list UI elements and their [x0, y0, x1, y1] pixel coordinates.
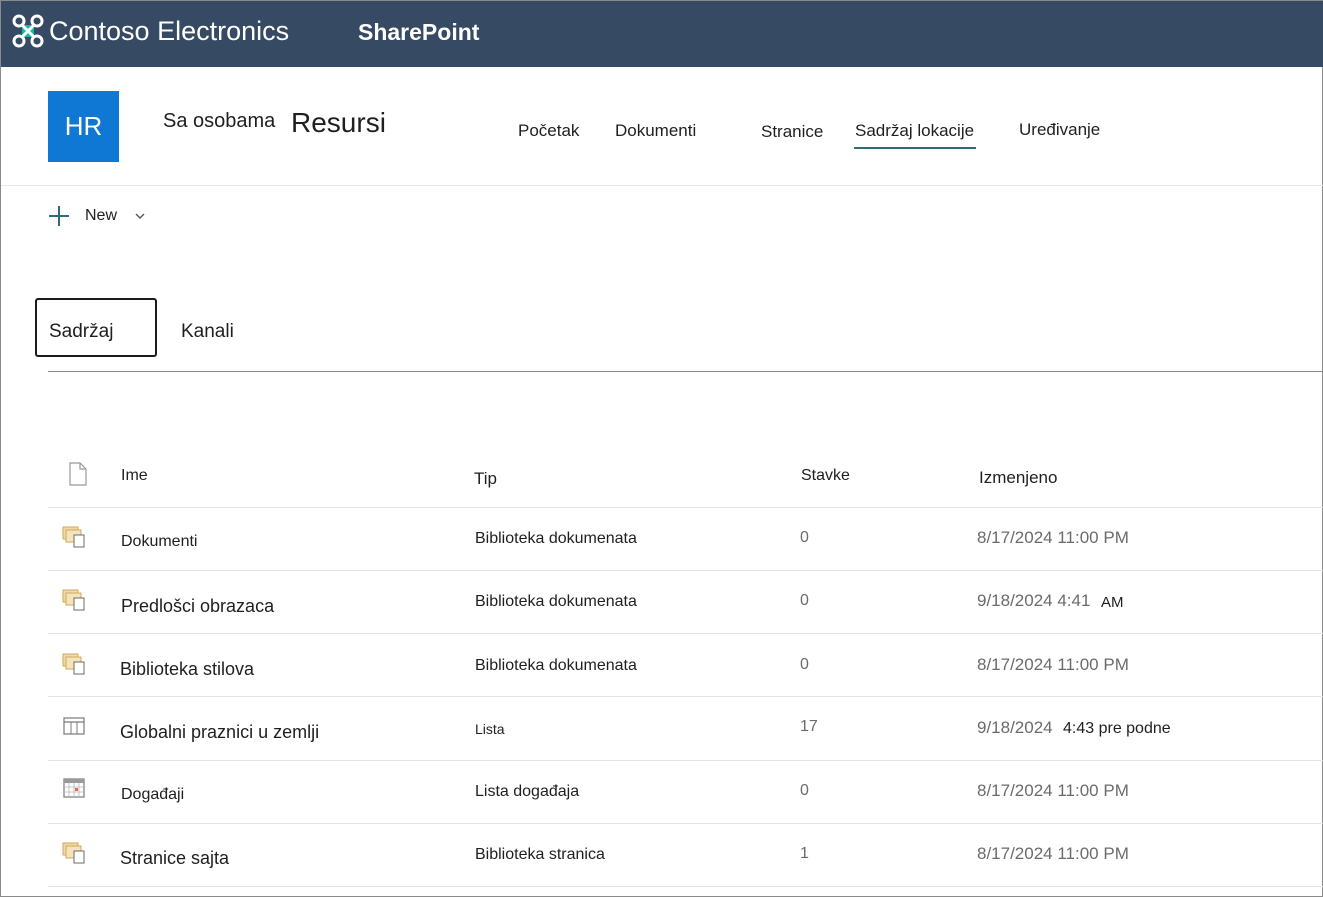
column-header-stavke[interactable]: Stavke [801, 467, 850, 485]
nav-link-pocetak[interactable]: Početak [518, 121, 579, 141]
row-type: Biblioteka stranica [475, 846, 605, 863]
row-modified: 8/17/2024 11:00 PM [977, 844, 1129, 863]
library-icon [62, 589, 85, 611]
row-divider [48, 823, 1323, 824]
new-button[interactable]: New [48, 205, 145, 227]
suite-bar: Contoso Electronics SharePoint [1, 1, 1323, 67]
row-divider [48, 760, 1323, 761]
row-divider [48, 886, 1323, 887]
calendar-icon [63, 778, 85, 798]
nav-link-uredjivanje[interactable]: Uređivanje [1019, 120, 1100, 140]
brand-name: Contoso Electronics [49, 15, 290, 46]
row-count: 0 [800, 782, 809, 799]
site-header: HR Sa osobama Resursi Početak Dokumenti … [1, 67, 1323, 186]
column-header-ime[interactable]: Ime [121, 467, 148, 485]
chevron-down-icon [135, 213, 145, 219]
row-divider [48, 633, 1323, 634]
row-name[interactable]: Dokumenti [121, 533, 197, 551]
library-icon [62, 842, 85, 864]
brand-link[interactable]: Contoso Electronics [11, 13, 289, 49]
row-count: 0 [800, 656, 809, 673]
site-pre-title: Sa osobama [163, 110, 276, 132]
row-type: Lista [475, 721, 505, 737]
site-title[interactable]: Resursi [291, 107, 386, 139]
row-count: 17 [800, 718, 818, 735]
tabs-divider [48, 371, 1323, 372]
row-name[interactable]: Stranice sajta [120, 848, 229, 869]
file-type-header-icon [69, 462, 87, 486]
library-icon [62, 526, 85, 548]
row-count: 0 [800, 529, 809, 546]
row-modified: 9/18/2024 4:41 [977, 591, 1091, 610]
nav-link-dokumenti[interactable]: Dokumenti [615, 121, 696, 141]
tab-kanali[interactable]: Kanali [181, 321, 234, 343]
row-count: 1 [800, 845, 809, 862]
row-name[interactable]: Događaji [121, 786, 184, 804]
new-label: New [85, 207, 118, 224]
row-name[interactable]: Globalni praznici u zemlji [120, 722, 319, 743]
site-logo[interactable]: HR [48, 91, 119, 162]
header-divider [48, 507, 1323, 508]
row-modified-suffix: 4:43 pre podne [1063, 720, 1171, 737]
plus-icon [48, 205, 70, 227]
nav-link-sadrzaj-lokacije[interactable]: Sadržaj lokacije [855, 121, 974, 141]
app-name[interactable]: SharePoint [358, 19, 479, 46]
nav-active-indicator [854, 147, 976, 149]
row-modified: 8/17/2024 11:00 PM [977, 781, 1129, 800]
row-modified: 8/17/2024 11:00 PM [977, 528, 1129, 547]
row-name[interactable]: Predlošci obrazaca [121, 596, 274, 617]
library-icon [62, 653, 85, 675]
row-count: 0 [800, 592, 809, 609]
column-header-izmenjeno[interactable]: Izmenjeno [979, 468, 1057, 488]
list-icon [63, 717, 85, 735]
row-modified-suffix: AM [1101, 594, 1124, 611]
row-type: Biblioteka dokumenata [475, 657, 637, 674]
nav-link-stranice[interactable]: Stranice [761, 122, 823, 142]
row-type: Biblioteka dokumenata [475, 530, 637, 547]
row-divider [48, 696, 1323, 697]
tab-sadrzaj[interactable]: Sadržaj [49, 321, 113, 343]
row-name[interactable]: Biblioteka stilova [120, 659, 254, 680]
row-type: Biblioteka dokumenata [475, 593, 637, 610]
row-type: Lista događaja [475, 783, 580, 800]
row-modified: 9/18/2024 [977, 718, 1053, 737]
row-divider [48, 570, 1323, 571]
contoso-logo-icon [12, 14, 44, 48]
column-header-tip[interactable]: Tip [474, 469, 497, 489]
row-modified: 8/17/2024 11:00 PM [977, 655, 1129, 674]
